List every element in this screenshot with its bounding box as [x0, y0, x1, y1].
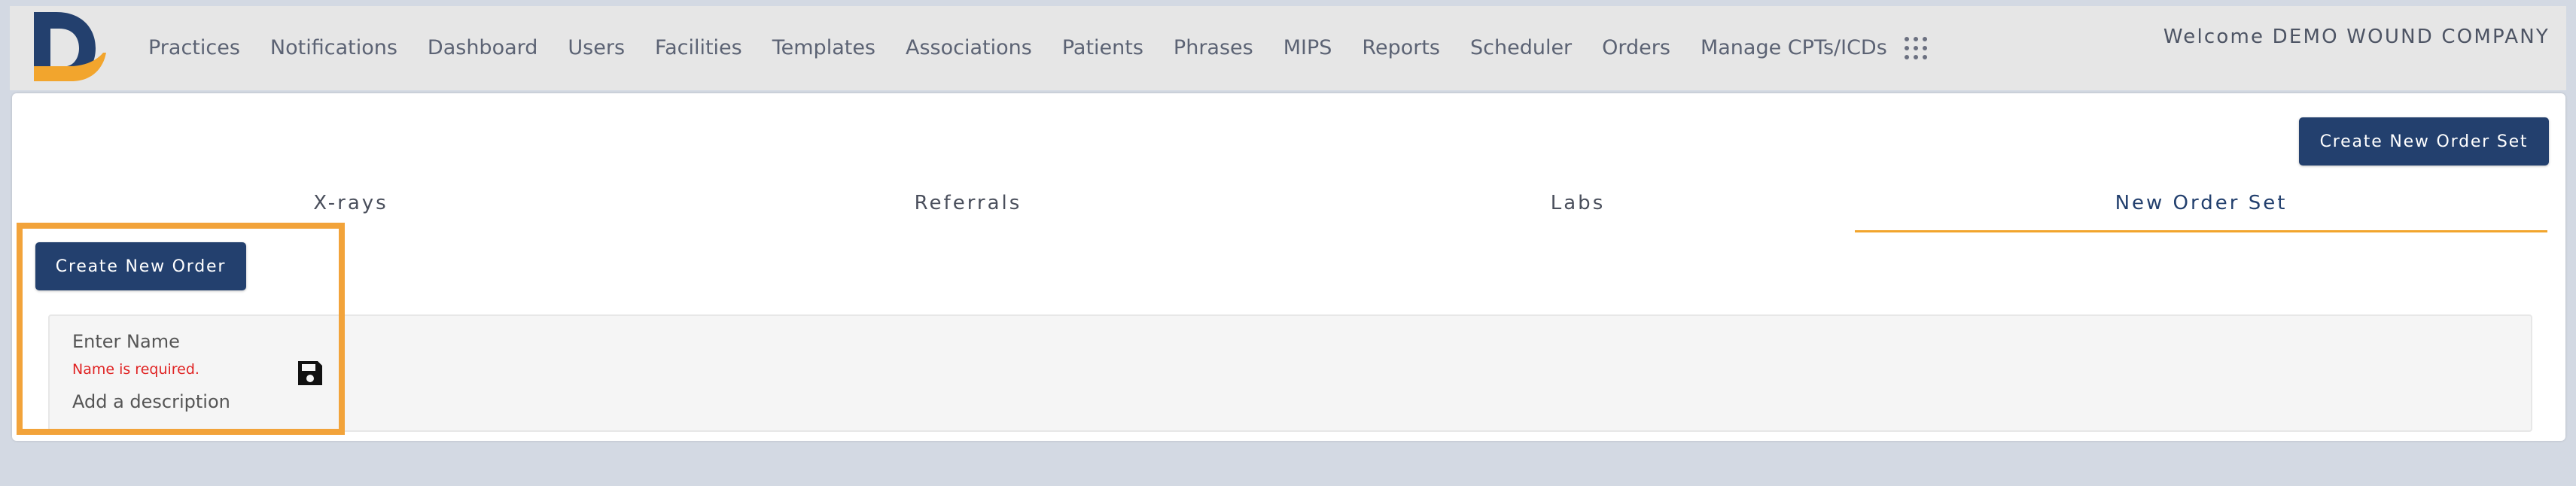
tab-x-rays[interactable]: X-rays	[27, 176, 674, 230]
nav-patients[interactable]: Patients	[1062, 36, 1143, 59]
name-input[interactable]: Enter Name	[72, 331, 180, 352]
tab-referrals[interactable]: Referrals	[659, 176, 1277, 230]
main-nav: Practices Notifications Dashboard Users …	[148, 30, 1887, 65]
nav-scheduler[interactable]: Scheduler	[1470, 36, 1572, 59]
name-error-message: Name is required.	[72, 361, 199, 378]
welcome-message: Welcome DEMO WOUND COMPANY	[2163, 26, 2550, 48]
nav-notifications[interactable]: Notifications	[270, 36, 397, 59]
nav-users[interactable]: Users	[568, 36, 625, 59]
nav-phrases[interactable]: Phrases	[1174, 36, 1253, 59]
nav-templates[interactable]: Templates	[772, 36, 875, 59]
create-new-order-set-button[interactable]: Create New Order Set	[2299, 117, 2549, 166]
tab-new-order-set[interactable]: New Order Set	[1855, 176, 2547, 232]
nav-manage-cpts-icds[interactable]: Manage CPTs/ICDs	[1701, 36, 1887, 59]
orders-card: Create New Order Set X-rays Referrals La…	[12, 93, 2565, 441]
nav-mips[interactable]: MIPS	[1283, 36, 1332, 59]
create-new-order-button[interactable]: Create New Order	[35, 242, 246, 290]
order-set-form: Enter Name Name is required. Add a descr…	[48, 314, 2532, 432]
order-tabs: X-rays Referrals Labs New Order Set	[12, 176, 2565, 233]
nav-practices[interactable]: Practices	[148, 36, 240, 59]
brand-logo[interactable]	[28, 6, 111, 90]
nav-facilities[interactable]: Facilities	[655, 36, 742, 59]
top-navbar: Practices Notifications Dashboard Users …	[10, 6, 2566, 90]
apps-grid-icon[interactable]	[1901, 33, 1931, 63]
nav-orders[interactable]: Orders	[1602, 36, 1670, 59]
tab-labs[interactable]: Labs	[1277, 176, 1879, 230]
save-icon[interactable]	[295, 358, 325, 388]
nav-dashboard[interactable]: Dashboard	[428, 36, 537, 59]
nav-associations[interactable]: Associations	[906, 36, 1032, 59]
nav-reports[interactable]: Reports	[1362, 36, 1440, 59]
description-input[interactable]: Add a description	[72, 391, 230, 412]
